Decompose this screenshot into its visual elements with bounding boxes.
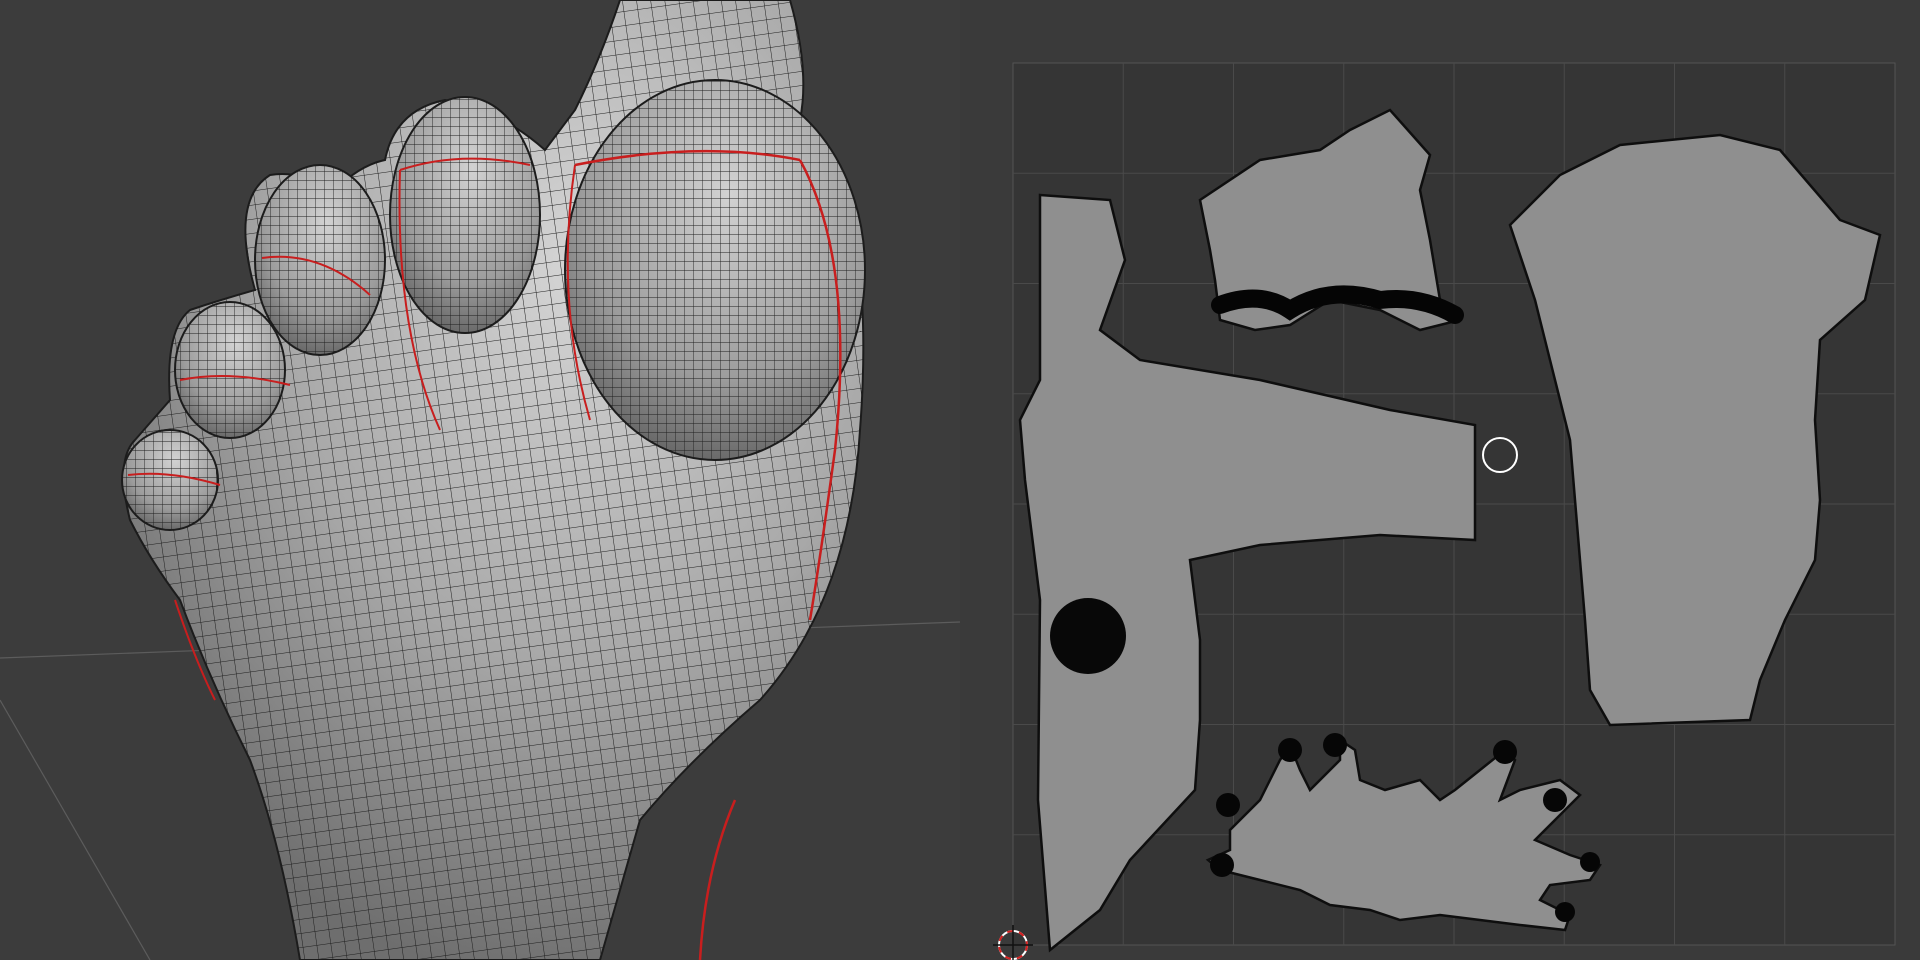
pole-vertex-cluster	[1050, 598, 1126, 674]
foot-mesh[interactable]	[0, 0, 960, 960]
third-toe[interactable]	[254, 164, 386, 356]
3d-viewport[interactable]	[0, 0, 960, 960]
seam-line	[698, 799, 737, 960]
uv-canvas[interactable]	[960, 0, 1920, 960]
uv-editor[interactable]	[960, 0, 1920, 960]
little-toe[interactable]	[121, 429, 221, 531]
viewport-canvas[interactable]	[0, 0, 960, 960]
